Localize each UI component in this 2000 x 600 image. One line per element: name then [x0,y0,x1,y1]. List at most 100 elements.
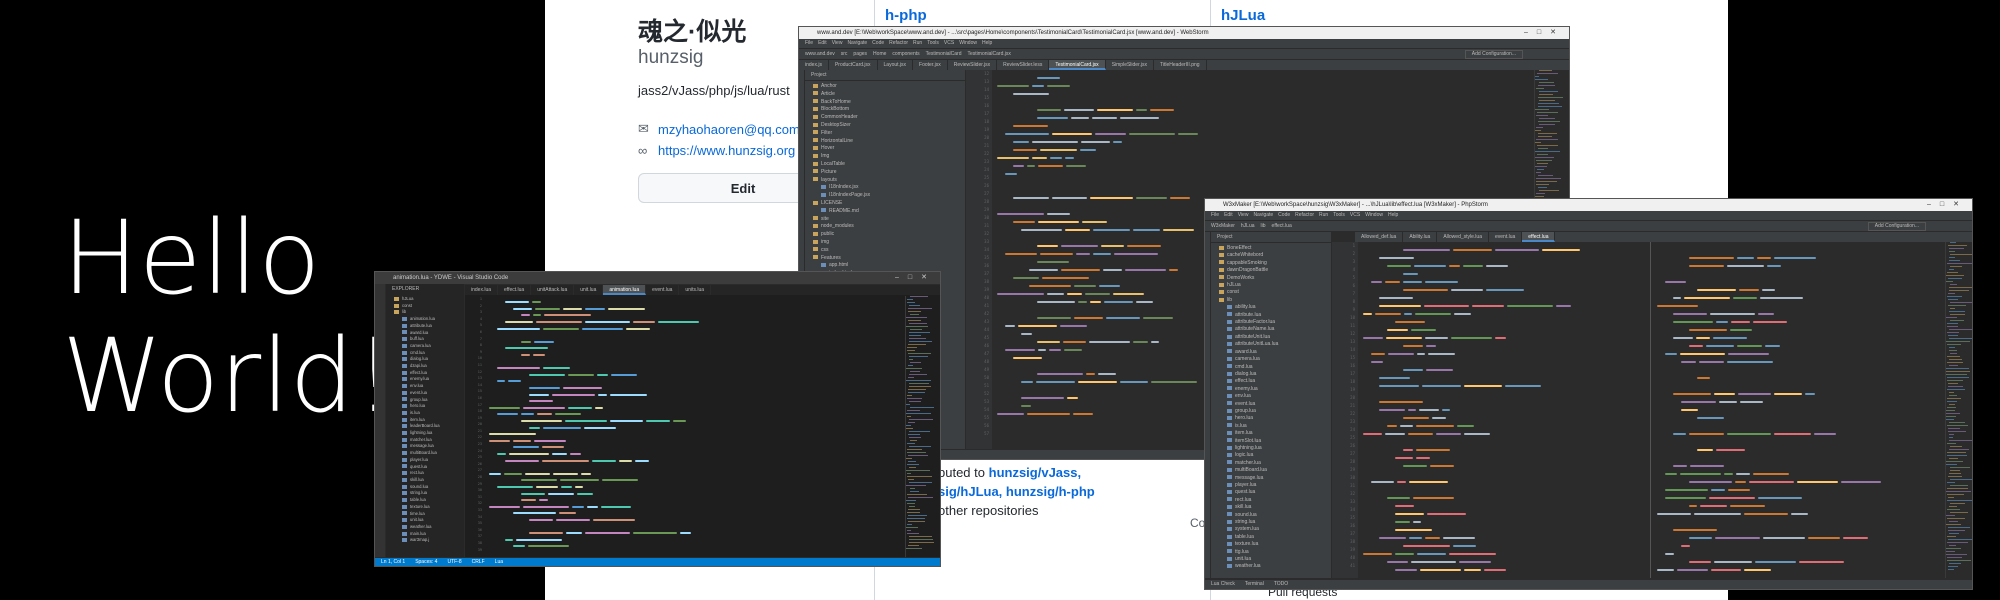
editor-tab[interactable]: Footer.jsx [913,60,948,70]
menu-item[interactable]: Tools [927,40,939,46]
tree-item[interactable]: hero.lua [1211,415,1331,422]
tree-item[interactable]: hero.lua [386,403,464,410]
tree-item[interactable]: system.lua [1211,526,1331,533]
tree-item[interactable]: enemy.lua [1211,386,1331,393]
webstorm-menubar[interactable]: File Edit View Navigate Code Refactor Run Tools… [799,39,1569,48]
tree-item[interactable]: Picture [805,169,965,177]
tree-item[interactable]: skill.lua [1211,504,1331,511]
tree-item[interactable]: texture.lua [1211,541,1331,548]
editor-tab[interactable]: unit.lua [574,285,604,295]
nav-crumb[interactable]: effect.lua [1272,223,1292,229]
window-controls[interactable]: –□✕ [1927,199,1968,211]
tree-item[interactable]: event.lua [386,390,464,397]
tree-item[interactable]: DemoWorks [1211,275,1331,282]
editor-tab[interactable]: unitAttack.lua [531,285,575,295]
vscode-editor-tabs[interactable]: index.lua effect.lua unitAttack.lua unit.lu… [465,284,940,295]
nav-crumb[interactable]: lib [1261,223,1266,229]
phpstorm-navbar[interactable]: W3xMaker hJLua lib effect.lua Add Configurat… [1205,220,1972,231]
tree-item[interactable]: leaderBoard.lua [386,423,464,430]
tree-item[interactable]: LocalTable [805,161,965,169]
tree-item[interactable]: const [1211,289,1331,296]
vscode-titlebar[interactable]: animation.lua - YDWE - Visual Studio Cod… [375,272,940,284]
editor-tab[interactable]: Ability.lua [1403,232,1438,242]
tree-item[interactable]: BackToHome [805,99,965,107]
tree-item[interactable]: main.lua [386,531,464,538]
tree-item[interactable]: enemy.lua [386,376,464,383]
menu-item[interactable]: Tools [1333,212,1345,218]
tree-item[interactable]: unit.lua [1211,556,1331,563]
tree-item[interactable]: item.lua [386,417,464,424]
menu-item[interactable]: Help [1388,212,1398,218]
tree-item[interactable]: string.lua [1211,519,1331,526]
tree-item[interactable]: item.lua [1211,430,1331,437]
tree-item[interactable]: node_modules [805,223,965,231]
window-controls[interactable]: –□✕ [895,272,936,284]
nav-crumb[interactable]: src [841,51,848,57]
menu-item[interactable]: Edit [1224,212,1233,218]
tree-item[interactable]: rect.lua [1211,497,1331,504]
phpstorm-titlebar[interactable]: W3xMaker [E:\Web\workSpace\hunzsig\W3xMa… [1205,199,1972,211]
file-tree[interactable]: hJLua const lib animation.lua attribute.lua a… [386,294,464,544]
editor-tab[interactable]: SimpleSlider.jsx [1106,60,1154,70]
tree-item[interactable]: Article [805,91,965,99]
menu-item[interactable]: File [805,40,813,46]
tree-item[interactable]: camera.lua [386,343,464,350]
nav-crumb[interactable]: components [892,51,919,57]
tree-item[interactable]: lib [1211,297,1331,304]
menu-item[interactable]: Refactor [889,40,908,46]
tree-item[interactable]: layouts [805,177,965,185]
tree-item[interactable]: unit.lua [386,517,464,524]
tree-item[interactable]: is.lua [1211,423,1331,430]
tree-item[interactable]: cmd.lua [1211,364,1331,371]
editor-tab[interactable]: effect.lua [1522,232,1556,242]
tree-item[interactable]: lib [386,309,464,316]
editor-tab[interactable]: Allowed_def.lua [1355,232,1404,242]
menu-item[interactable]: Run [913,40,922,46]
tree-item[interactable]: group.lua [1211,408,1331,415]
tree-item[interactable]: README.md [805,208,965,216]
menu-item[interactable]: Code [872,40,884,46]
editor-tab[interactable]: units.lua [679,285,712,295]
nav-crumb[interactable]: TestimonialCard [926,51,962,57]
tree-item[interactable]: css [805,247,965,255]
tree-item[interactable]: message.lua [1211,475,1331,482]
tree-item[interactable]: player.lua [386,457,464,464]
project-panel-header[interactable]: Project [805,70,965,81]
tree-item[interactable]: I18nIndexPage.jsx [805,192,965,200]
tree-item[interactable]: itemSlot.lua [1211,438,1331,445]
project-tree[interactable]: BoneEffect cacheWhitebord cappableSmoking d… [1211,243,1331,571]
tree-item[interactable]: HorizontalLine [805,138,965,146]
tree-item[interactable]: Hover [805,145,965,153]
split-divider[interactable] [1650,242,1651,578]
editor-tab[interactable]: index.lua [465,285,499,295]
tree-item[interactable]: public [805,231,965,239]
tree-item[interactable]: hJLua [386,296,464,303]
editor-tab[interactable]: Layout.jsx [878,60,914,70]
phpstorm-editor-tabs[interactable]: Allowed_def.lua Ability.lua Allowed_style.… [1355,231,1972,242]
tree-item[interactable]: award.lua [386,330,464,337]
tree-item[interactable]: time.lua [386,511,464,518]
tree-item[interactable]: BlockBottom [805,106,965,114]
tree-item[interactable]: Filter [805,130,965,138]
menu-item[interactable]: Navigate [1253,212,1273,218]
tree-item[interactable]: dialog.lua [386,356,464,363]
tree-item[interactable]: logic.lua [1211,452,1331,459]
tree-item[interactable]: is.lua [386,410,464,417]
tree-item[interactable]: sound.lua [1211,512,1331,519]
tree-item[interactable]: texture.lua [386,504,464,511]
contrib-repos-2[interactable]: sig/hJLua, hunzsig/h-php [938,484,1095,499]
code-editor[interactable] [489,299,889,557]
tree-item[interactable]: env.lua [1211,393,1331,400]
tree-item[interactable]: animation.lua [386,316,464,323]
tree-item[interactable]: player.lua [1211,482,1331,489]
tree-item[interactable]: quest.lua [386,464,464,471]
nav-crumb[interactable]: hJLua [1241,223,1255,229]
tree-item[interactable]: skill.lua [386,477,464,484]
tree-item[interactable]: attributeFactor.lua [1211,319,1331,326]
editor-tab[interactable]: Allowed_style.lua [1437,232,1489,242]
tree-item[interactable]: const [386,303,464,310]
tree-item[interactable]: war3map.j [386,537,464,544]
nav-crumb[interactable]: Home [873,51,886,57]
project-panel[interactable]: Project BoneEffect cacheWhitebord cappable… [1211,232,1332,578]
add-configuration-button[interactable]: Add Configuration... [1464,50,1523,59]
